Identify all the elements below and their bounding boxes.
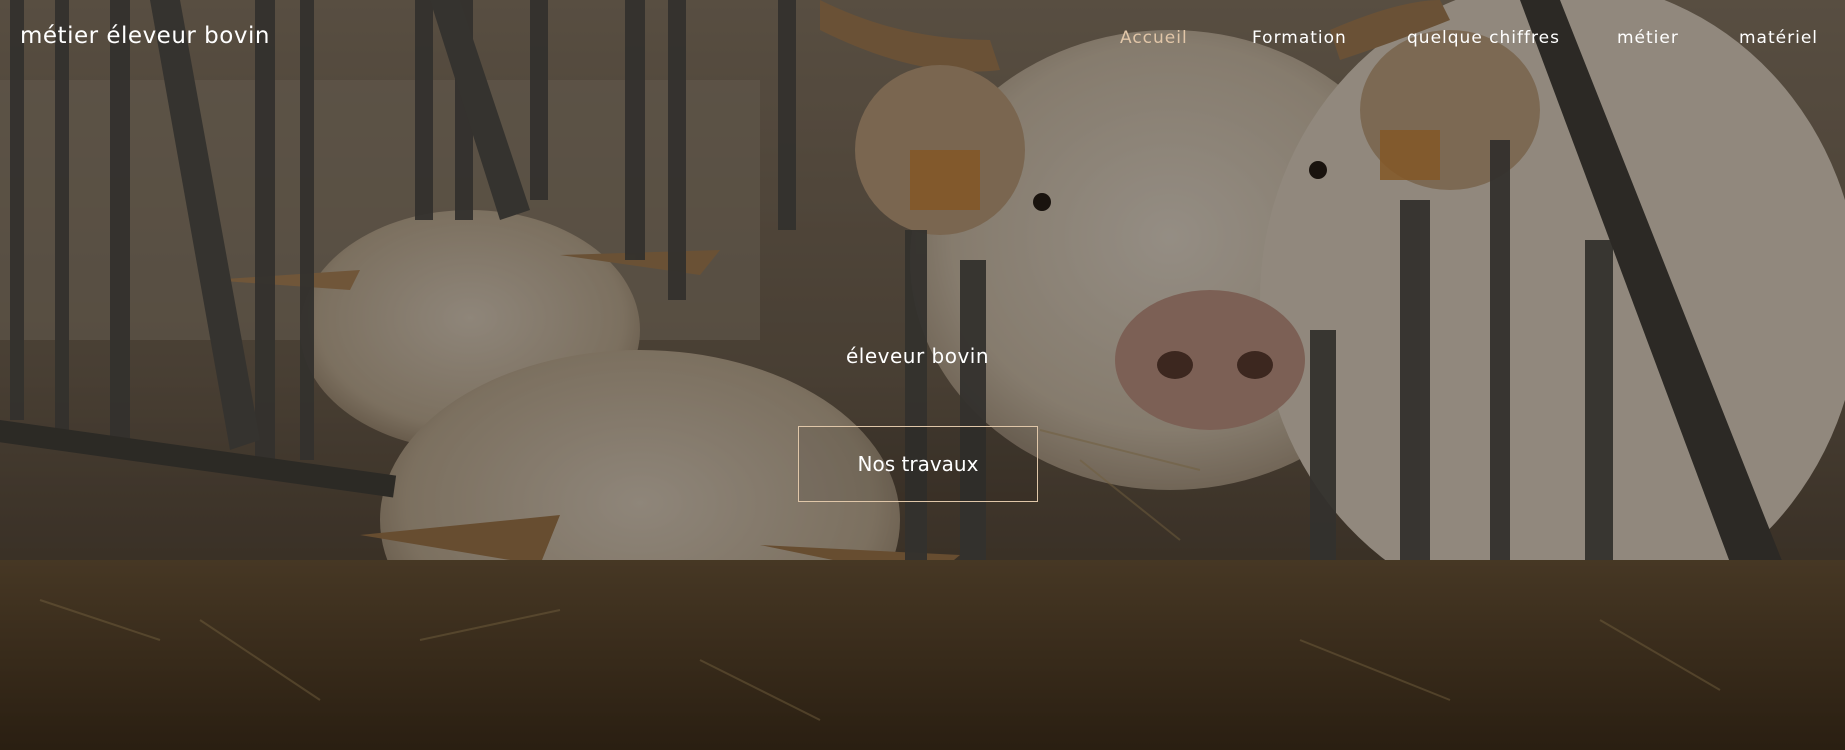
- nav-link-accueil[interactable]: Accueil: [1120, 28, 1188, 48]
- nav-link-formation[interactable]: Formation: [1252, 28, 1347, 48]
- hero-tagline: éleveur bovin: [845, 344, 990, 368]
- top-navbar: métier éleveur bovin Accueil Formation q…: [0, 0, 1845, 78]
- hero-dark-overlay: [0, 0, 1845, 750]
- nav-link-materiel[interactable]: matériel: [1739, 28, 1818, 48]
- hero-section: métier éleveur bovin Accueil Formation q…: [0, 0, 1845, 750]
- nos-travaux-button[interactable]: Nos travaux: [798, 426, 1038, 502]
- nav-link-quelque-chiffres[interactable]: quelque chiffres: [1407, 28, 1560, 48]
- nav-links: Accueil Formation quelque chiffres métie…: [0, 28, 1845, 52]
- nav-link-metier[interactable]: métier: [1617, 28, 1679, 48]
